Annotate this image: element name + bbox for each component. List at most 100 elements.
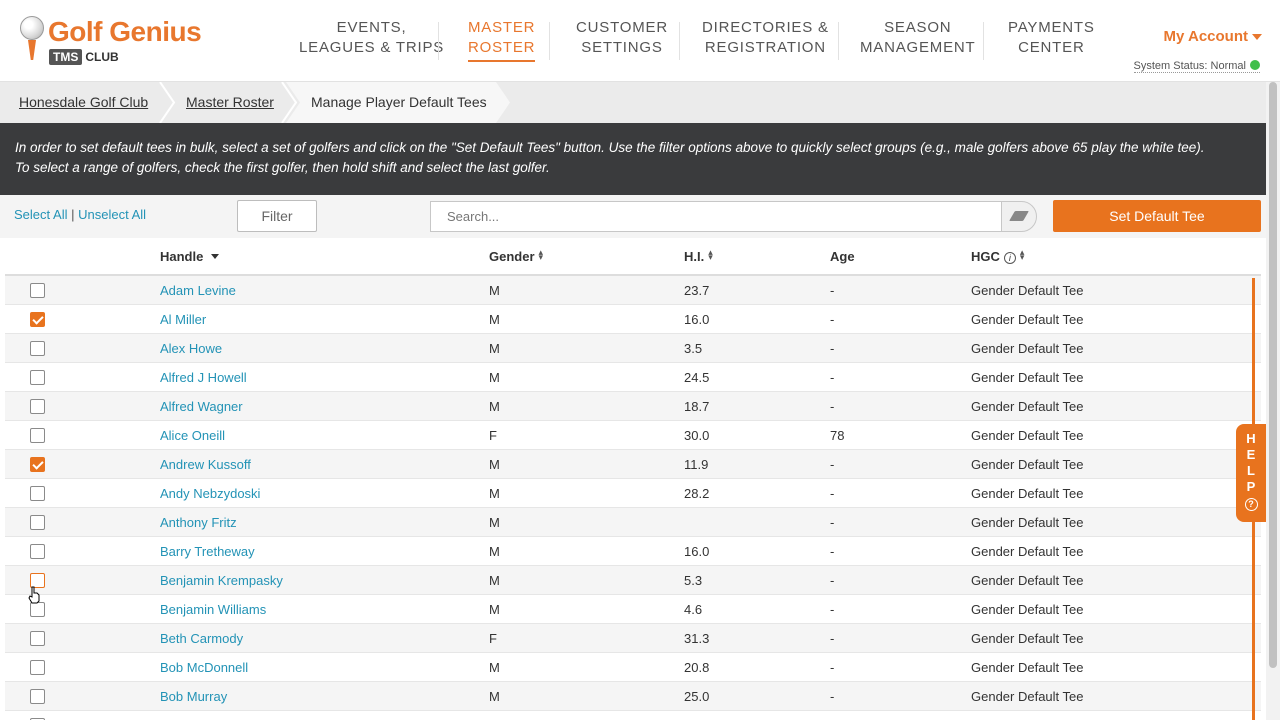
player-hi: 11.9 xyxy=(684,457,709,472)
set-default-tee-button[interactable]: Set Default Tee xyxy=(1053,200,1261,232)
column-hi[interactable]: H.I. ▴ ▾ xyxy=(684,248,713,265)
logo-subtitle: TMS CLUB xyxy=(49,49,119,65)
player-name[interactable]: Alfred J Howell xyxy=(160,370,247,385)
row-checkbox[interactable] xyxy=(30,399,45,414)
row-checkbox[interactable] xyxy=(30,341,45,356)
row-checkbox[interactable] xyxy=(30,312,45,327)
page-scrollbar[interactable] xyxy=(1266,82,1280,720)
player-hi: 20.8 xyxy=(684,660,710,675)
scrollbar-thumb[interactable] xyxy=(1269,82,1277,668)
player-age: - xyxy=(830,312,835,327)
player-age: - xyxy=(830,573,835,588)
player-hgc: Gender Default Tee xyxy=(971,370,1084,385)
table-row: Al Miller M 16.0 - Gender Default Tee xyxy=(5,305,1261,334)
player-hi: 31.3 xyxy=(684,631,710,646)
player-hgc: Gender Default Tee xyxy=(971,283,1084,298)
nav-season-line1: SEASON xyxy=(884,19,952,36)
nav-master-roster-line1: MASTER xyxy=(468,19,536,36)
player-name[interactable]: Andrew Kussoff xyxy=(160,457,251,472)
table-row: Andy Nebzydoski M 28.2 - Gender Default Tee xyxy=(5,479,1261,508)
player-name[interactable]: Benjamin Krempasky xyxy=(160,573,283,588)
column-hgc[interactable]: HGC i▴ ▾ xyxy=(971,248,1024,264)
player-name[interactable]: Benjamin Williams xyxy=(160,602,266,617)
row-checkbox[interactable] xyxy=(30,602,45,617)
row-checkbox[interactable] xyxy=(30,689,45,704)
player-age: - xyxy=(830,457,835,472)
column-handle[interactable]: Handle xyxy=(160,249,220,264)
nav-season-line2: MANAGEMENT xyxy=(860,39,976,56)
table-row: Alice Oneill F 30.0 78 Gender Default Tee xyxy=(5,421,1261,450)
system-status[interactable]: System Status: Normal xyxy=(1133,60,1260,73)
player-gender: M xyxy=(489,370,500,385)
help-letter: P xyxy=(1246,479,1256,494)
player-hi: 30.0 xyxy=(684,428,710,443)
player-name[interactable]: Barry Tretheway xyxy=(160,544,255,559)
nav-season-management[interactable]: SEASON MANAGEMENT xyxy=(860,18,976,58)
player-age: - xyxy=(830,515,835,530)
row-checkbox[interactable] xyxy=(30,544,45,559)
player-gender: M xyxy=(489,457,500,472)
player-name[interactable]: Beth Carmody xyxy=(160,631,243,646)
nav-customer-settings[interactable]: CUSTOMER SETTINGS xyxy=(576,18,668,58)
help-tab[interactable]: H E L P ? xyxy=(1236,424,1266,522)
player-gender: M xyxy=(489,312,500,327)
column-gender[interactable]: Gender ▴ ▾ xyxy=(489,248,543,265)
my-account-menu[interactable]: My Account xyxy=(1164,28,1248,45)
nav-payments-line2: CENTER xyxy=(1018,39,1085,56)
player-hgc: Gender Default Tee xyxy=(971,428,1084,443)
row-checkbox[interactable] xyxy=(30,515,45,530)
nav-customer-settings-line1: CUSTOMER xyxy=(576,19,668,36)
table-row: Beth Carmody F 31.3 - Gender Default Tee xyxy=(5,624,1261,653)
row-checkbox[interactable] xyxy=(30,631,45,646)
nav-divider xyxy=(549,22,550,60)
nav-directories-line1: DIRECTORIES & xyxy=(702,19,829,36)
search-input[interactable]: Search... xyxy=(430,201,1002,232)
player-hi: 4.6 xyxy=(684,602,703,617)
row-checkbox[interactable] xyxy=(30,428,45,443)
player-name[interactable]: Adam Levine xyxy=(160,283,236,298)
nav-payments-center[interactable]: PAYMENTS CENTER xyxy=(1008,18,1095,58)
nav-directories-registration[interactable]: DIRECTORIES & REGISTRATION xyxy=(702,18,829,58)
row-checkbox[interactable] xyxy=(30,486,45,501)
row-checkbox[interactable] xyxy=(30,660,45,675)
clear-search-button[interactable] xyxy=(1001,201,1037,232)
player-hi: 3.5 xyxy=(684,341,703,356)
player-hgc: Gender Default Tee xyxy=(971,544,1084,559)
player-hi: 25.0 xyxy=(684,689,710,704)
logo-club: CLUB xyxy=(85,50,119,64)
nav-events[interactable]: EVENTS, LEAGUES & TRIPS xyxy=(299,18,444,58)
table-row: Bob Murray M 25.0 - Gender Default Tee xyxy=(5,682,1261,711)
caret-down-icon[interactable] xyxy=(1252,34,1262,40)
player-name[interactable]: Alice Oneill xyxy=(160,428,225,443)
player-gender: F xyxy=(489,428,497,443)
breadcrumb-honesdale[interactable]: Honesdale Golf Club xyxy=(19,82,148,123)
player-age: - xyxy=(830,602,835,617)
player-name[interactable]: Anthony Fritz xyxy=(160,515,237,530)
player-name[interactable]: Al Miller xyxy=(160,312,206,327)
column-age[interactable]: Age xyxy=(830,249,855,264)
table-row: Bob McDonnell M 20.8 - Gender Default Tee xyxy=(5,653,1261,682)
player-age: 78 xyxy=(830,428,845,443)
select-all-link[interactable]: Select All xyxy=(14,207,67,222)
player-name[interactable]: Bob Murray xyxy=(160,689,227,704)
golf-genius-logo[interactable]: Golf Genius TMS CLUB xyxy=(18,14,218,66)
player-name[interactable]: Bob McDonnell xyxy=(160,660,248,675)
row-checkbox[interactable] xyxy=(30,457,45,472)
player-gender: M xyxy=(489,486,500,501)
info-icon[interactable]: i xyxy=(1003,252,1016,264)
player-name[interactable]: Alfred Wagner xyxy=(160,399,243,414)
breadcrumb-master-roster[interactable]: Master Roster xyxy=(186,82,274,123)
filter-button[interactable]: Filter xyxy=(237,200,317,232)
nav-divider xyxy=(838,22,839,60)
player-hgc: Gender Default Tee xyxy=(971,660,1084,675)
unselect-all-link[interactable]: Unselect All xyxy=(78,207,146,222)
breadcrumb-separator-icon xyxy=(281,82,298,123)
player-hgc: Gender Default Tee xyxy=(971,341,1084,356)
player-name[interactable]: Andy Nebzydoski xyxy=(160,486,260,501)
row-checkbox[interactable] xyxy=(30,370,45,385)
player-name[interactable]: Alex Howe xyxy=(160,341,222,356)
nav-master-roster[interactable]: MASTER ROSTER xyxy=(468,18,536,62)
player-age: - xyxy=(830,631,835,646)
row-checkbox[interactable] xyxy=(30,283,45,298)
roster-toolbar: Select All | Unselect All Filter Search.… xyxy=(0,195,1266,238)
